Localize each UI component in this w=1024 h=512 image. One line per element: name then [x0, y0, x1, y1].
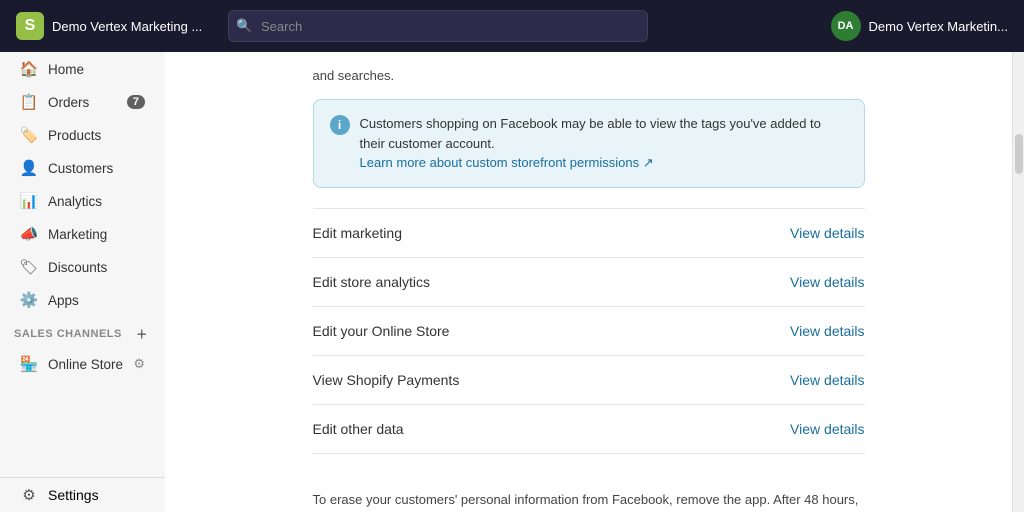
sidebar-item-online-store[interactable]: 🏪 Online Store ⚙ — [6, 348, 159, 380]
permission-label: Edit other data — [313, 421, 404, 437]
online-store-settings-icon[interactable]: ⚙ — [133, 356, 145, 372]
orders-badge: 7 — [127, 95, 145, 109]
view-details-link-edit-marketing[interactable]: View details — [790, 225, 864, 241]
permission-label: Edit marketing — [313, 225, 402, 241]
shopify-logo-icon: S — [16, 12, 44, 40]
permission-row-edit-online-store: Edit your Online Store View details — [313, 307, 865, 356]
analytics-icon: 📊 — [20, 192, 38, 210]
permission-row-edit-store-analytics: Edit store analytics View details — [313, 258, 865, 307]
settings-icon: ⚙ — [20, 486, 38, 504]
info-box: i Customers shopping on Facebook may be … — [313, 99, 865, 188]
sidebar-item-analytics[interactable]: 📊 Analytics — [6, 185, 159, 217]
sidebar-item-orders[interactable]: 📋 Orders 7 — [6, 86, 159, 118]
sidebar-item-products[interactable]: 🏷️ Products — [6, 119, 159, 151]
sidebar-bottom: ⚙ Settings — [0, 477, 165, 512]
sidebar-item-apps[interactable]: ⚙️ Apps — [6, 284, 159, 316]
content-inner: and searches. i Customers shopping on Fa… — [289, 52, 889, 512]
view-details-link-edit-store-analytics[interactable]: View details — [790, 274, 864, 290]
brand-name: Demo Vertex Marketing ... — [52, 19, 202, 34]
sidebar-item-label: Online Store — [48, 357, 123, 372]
sidebar-item-settings[interactable]: ⚙ Settings — [6, 479, 159, 511]
sidebar-item-label: Apps — [48, 293, 79, 308]
permission-row-edit-marketing: Edit marketing View details — [313, 208, 865, 258]
permission-label: View Shopify Payments — [313, 372, 460, 388]
orders-icon: 📋 — [20, 93, 38, 111]
info-icon: i — [330, 115, 350, 135]
custom-permissions-link[interactable]: Learn more about custom storefront permi… — [360, 155, 654, 170]
topbar-user-area: DA Demo Vertex Marketin... — [831, 11, 1008, 41]
permission-label: Edit store analytics — [313, 274, 431, 290]
sidebar-item-label: Customers — [48, 161, 113, 176]
permission-row-edit-other-data: Edit other data View details — [313, 405, 865, 454]
add-channel-icon[interactable]: ＋ — [133, 325, 151, 343]
sidebar-item-label: Products — [48, 128, 101, 143]
sidebar-item-home[interactable]: 🏠 Home — [6, 53, 159, 85]
online-store-icon: 🏪 — [20, 355, 38, 373]
erase-text: To erase your customers' personal inform… — [313, 492, 859, 512]
home-icon: 🏠 — [20, 60, 38, 78]
avatar[interactable]: DA — [831, 11, 861, 41]
settings-label: Settings — [48, 487, 99, 503]
user-name: Demo Vertex Marketin... — [869, 19, 1008, 34]
sidebar-item-label: Orders — [48, 95, 89, 110]
sidebar-item-label: Discounts — [48, 260, 107, 275]
search-input[interactable] — [228, 10, 648, 42]
info-box-text: Customers shopping on Facebook may be ab… — [360, 116, 821, 151]
marketing-icon: 📣 — [20, 225, 38, 243]
discounts-icon: 🏷 — [20, 258, 38, 276]
products-icon: 🏷️ — [20, 126, 38, 144]
view-details-link-view-shopify-payments[interactable]: View details — [790, 372, 864, 388]
sidebar: 🏠 Home 📋 Orders 7 🏷️ Products 👤 Customer… — [0, 52, 165, 512]
sidebar-item-label: Analytics — [48, 194, 102, 209]
view-details-link-edit-other-data[interactable]: View details — [790, 421, 864, 437]
erase-info-box: To erase your customers' personal inform… — [313, 474, 865, 512]
permissions-list: Edit marketing View details Edit store a… — [313, 208, 865, 454]
main-layout: 🏠 Home 📋 Orders 7 🏷️ Products 👤 Customer… — [0, 52, 1024, 512]
info-box-content: Customers shopping on Facebook may be ab… — [360, 114, 848, 173]
view-details-link-edit-online-store[interactable]: View details — [790, 323, 864, 339]
customers-icon: 👤 — [20, 159, 38, 177]
sidebar-item-customers[interactable]: 👤 Customers — [6, 152, 159, 184]
permission-row-view-shopify-payments: View Shopify Payments View details — [313, 356, 865, 405]
sidebar-item-discounts[interactable]: 🏷 Discounts — [6, 251, 159, 283]
channels-section-header: SALES CHANNELS ＋ — [0, 317, 165, 347]
scrollbar-thumb[interactable] — [1015, 134, 1023, 174]
sidebar-item-label: Home — [48, 62, 84, 77]
sidebar-item-marketing[interactable]: 📣 Marketing — [6, 218, 159, 250]
main-content: and searches. i Customers shopping on Fa… — [165, 52, 1012, 512]
apps-icon: ⚙️ — [20, 291, 38, 309]
permission-label: Edit your Online Store — [313, 323, 450, 339]
topbar: S Demo Vertex Marketing ... 🔍 DA Demo Ve… — [0, 0, 1024, 52]
sidebar-item-label: Marketing — [48, 227, 107, 242]
brand-logo-area[interactable]: S Demo Vertex Marketing ... — [16, 12, 216, 40]
top-snippet-text: and searches. — [313, 52, 865, 83]
scrollbar-track — [1012, 52, 1024, 512]
search-area: 🔍 — [228, 10, 648, 42]
channels-header-label: SALES CHANNELS — [14, 328, 122, 340]
search-icon: 🔍 — [236, 18, 252, 34]
